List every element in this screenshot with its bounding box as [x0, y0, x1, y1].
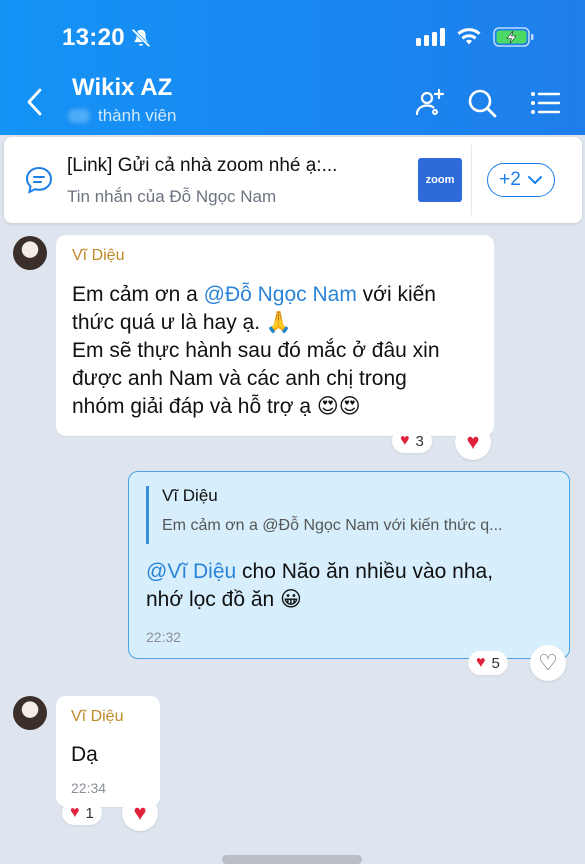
text-line: được anh Nam và các anh chị trong: [72, 367, 407, 390]
reaction-summary[interactable]: ♥ 5: [468, 651, 508, 675]
reaction-count: 1: [85, 804, 94, 822]
heart-icon: ♥: [466, 429, 480, 454]
heart-icon: ♥: [400, 432, 410, 449]
more-pinned-button[interactable]: +2: [487, 163, 555, 197]
react-button[interactable]: ♡: [530, 645, 566, 681]
sender-name[interactable]: Vĩ Diệu: [72, 247, 124, 265]
text-line: thức quá ư là hay ạ. 🙏: [72, 311, 293, 334]
reaction-summary[interactable]: ♥ 1: [62, 801, 102, 825]
text-segment: với kiến: [356, 283, 436, 306]
search-icon[interactable]: [466, 87, 498, 119]
text-line: Em sẽ thực hành sau đó mắc ở đâu xin: [72, 339, 440, 362]
message-bubble-mine[interactable]: Vĩ Diệu Em cảm ơn a @Đỗ Ngọc Nam với kiế…: [128, 471, 570, 659]
pinned-title: [Link] Gửi cả nhà zoom nhé ạ:...: [67, 155, 338, 176]
more-count: +2: [499, 169, 521, 190]
mention-link[interactable]: @Đỗ Ngọc Nam: [204, 283, 357, 306]
battery-charging-icon: [493, 27, 534, 47]
text-line: nhớ lọc đồ ăn 😀: [146, 588, 302, 611]
pinned-message-bar[interactable]: [Link] Gửi cả nhà zoom nhé ạ:... Tin nhắ…: [4, 137, 582, 223]
member-count-value: [68, 109, 90, 123]
chevron-down-icon: [527, 176, 542, 184]
reaction-count: 5: [491, 654, 500, 672]
heart-icon: ♥: [476, 654, 486, 671]
member-label: thành viên: [98, 106, 177, 125]
text-segment: cho Não ăn nhiều vào nha,: [236, 560, 494, 583]
add-member-icon[interactable]: [414, 87, 446, 119]
quote-sender: Vĩ Diệu: [162, 486, 218, 505]
message-text: Em cảm ơn a @Đỗ Ngọc Nam với kiến thức q…: [72, 281, 440, 421]
chat-header: 13:20 Wikix AZ thành viên: [0, 0, 585, 135]
chat-bubble-icon: [25, 166, 53, 194]
wifi-icon: [457, 28, 481, 45]
quoted-message[interactable]: Vĩ Diệu Em cảm ơn a @Đỗ Ngọc Nam với kiế…: [146, 486, 546, 544]
sender-name[interactable]: Vĩ Diệu: [71, 708, 123, 726]
message-time: 22:34: [71, 780, 107, 796]
text-segment: Em cảm ơn a: [72, 283, 204, 306]
react-button[interactable]: ♥: [455, 424, 491, 460]
heart-icon: ♥: [133, 800, 147, 825]
reaction-count: 3: [415, 432, 424, 450]
message-time: 22:32: [146, 629, 182, 645]
message-bubble[interactable]: Vĩ Diệu Dạ 22:34: [56, 696, 160, 807]
bell-off-icon: [131, 28, 151, 48]
avatar[interactable]: [13, 236, 47, 270]
message-text: Dạ: [71, 743, 98, 766]
mention-link[interactable]: @Vĩ Diệu: [146, 560, 236, 583]
home-indicator: [222, 855, 362, 864]
member-count: thành viên: [68, 106, 176, 126]
chat-title[interactable]: Wikix AZ: [72, 74, 172, 102]
zoom-thumbnail[interactable]: zoom: [418, 158, 462, 202]
pinned-subtitle: Tin nhắn của Đỗ Ngọc Nam: [67, 187, 277, 206]
status-time: 13:20: [62, 24, 125, 51]
react-button[interactable]: ♥: [122, 795, 158, 831]
back-button[interactable]: [24, 86, 48, 118]
message-bubble[interactable]: Vĩ Diệu Em cảm ơn a @Đỗ Ngọc Nam với kiế…: [56, 235, 494, 436]
signal-icon: [416, 28, 445, 46]
avatar[interactable]: [13, 696, 47, 730]
reaction-summary[interactable]: ♥ 3: [392, 429, 432, 453]
message-text: @Vĩ Diệu cho Não ăn nhiều vào nha, nhớ l…: [146, 558, 493, 614]
heart-icon: ♥: [70, 804, 80, 821]
quote-text: Em cảm ơn a @Đỗ Ngọc Nam với kiến thức q…: [162, 517, 503, 534]
text-line: nhóm giải đáp và hỗ trợ ạ 😍😍: [72, 395, 361, 418]
divider: [471, 145, 472, 215]
menu-icon[interactable]: [529, 87, 561, 119]
heart-outline-icon: ♡: [538, 650, 558, 675]
